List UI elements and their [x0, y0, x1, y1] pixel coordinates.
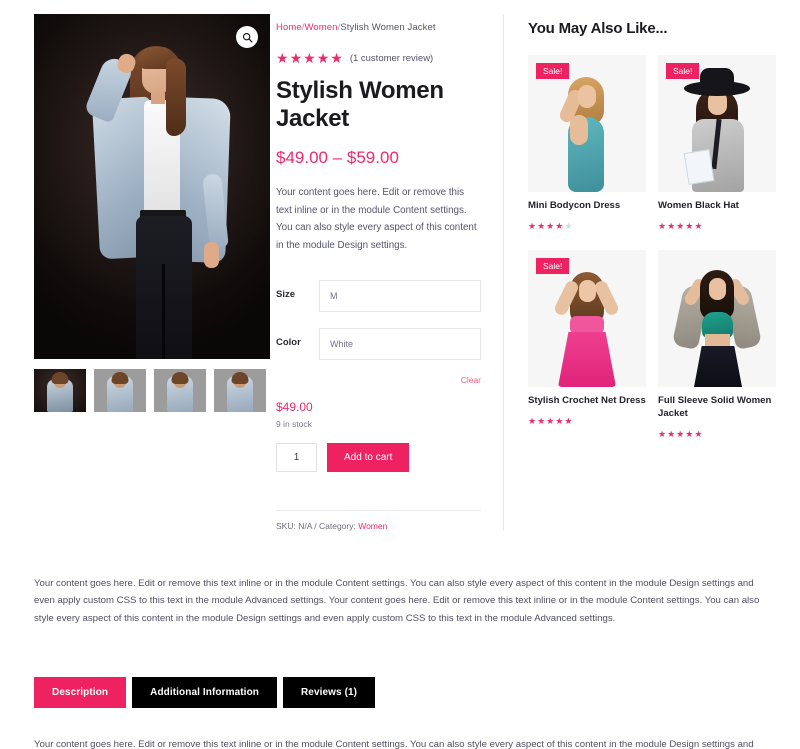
- sale-badge: Sale!: [536, 257, 570, 274]
- star-icon: ★: [555, 221, 564, 232]
- product-tabs: Description Additional Information Revie…: [34, 677, 766, 709]
- clear-variations-link[interactable]: Clear: [461, 375, 481, 385]
- star-icon: ★: [667, 429, 676, 440]
- attribute-size: Size M: [276, 279, 481, 312]
- sku-category-link[interactable]: Women: [358, 521, 387, 531]
- tab-reviews[interactable]: Reviews (1): [282, 677, 376, 709]
- gallery-thumbnail-4[interactable]: [214, 369, 266, 412]
- sku-line: SKU: N/A / Category: Women: [276, 521, 481, 531]
- star-icon-empty: ★: [564, 221, 573, 232]
- tab-description[interactable]: Description: [34, 677, 127, 709]
- related-product-card[interactable]: Sale! Mini Bodycon Dress ★ ★ ★ ★ ★: [528, 55, 646, 236]
- gallery-thumbnails: [34, 369, 270, 412]
- model-figure: [34, 14, 270, 359]
- related-product-image[interactable]: Sale!: [658, 55, 776, 192]
- related-product-name[interactable]: Mini Bodycon Dress: [528, 200, 646, 213]
- star-icon: ★: [658, 429, 667, 440]
- product-rating: ★ ★ ★ ★ ★ (1 customer review): [276, 51, 481, 65]
- attribute-label-size: Size: [276, 288, 296, 300]
- related-product-name[interactable]: Stylish Crochet Net Dress: [528, 395, 646, 408]
- breadcrumb-home[interactable]: Home: [276, 22, 302, 33]
- star-icon: ★: [537, 416, 546, 427]
- tab-additional-information[interactable]: Additional Information: [132, 677, 277, 709]
- star-icon: ★: [316, 50, 330, 66]
- related-product-card[interactable]: Sale! Women Black Hat ★ ★ ★ ★ ★: [658, 55, 776, 236]
- breadcrumb: Home/Women/Stylish Women Jacket: [276, 22, 481, 33]
- product-top-section: Home/Women/Stylish Women Jacket ★ ★ ★ ★ …: [0, 0, 800, 531]
- related-product-image[interactable]: Sale!: [528, 249, 646, 387]
- related-product-name[interactable]: Full Sleeve Solid Women Jacket: [658, 395, 776, 421]
- star-icon: ★: [694, 429, 703, 440]
- related-product-name[interactable]: Women Black Hat: [658, 200, 776, 213]
- star-icon: ★: [537, 221, 546, 232]
- gallery-thumbnail-2[interactable]: [94, 369, 146, 412]
- price-range: $49.00 – $59.00: [276, 148, 399, 168]
- star-icon: ★: [546, 416, 555, 427]
- breadcrumb-category[interactable]: Women: [305, 22, 338, 33]
- sale-badge: Sale!: [666, 63, 700, 79]
- star-icon: ★: [685, 221, 694, 232]
- star-icon: ★: [694, 221, 703, 232]
- related-product-rating: ★ ★ ★ ★ ★: [658, 430, 702, 439]
- related-product-card[interactable]: Full Sleeve Solid Women Jacket ★ ★ ★ ★ ★: [658, 249, 776, 444]
- related-product-rating: ★ ★ ★ ★ ★: [528, 417, 572, 426]
- page-title: Stylish Women Jacket: [276, 77, 444, 132]
- clear-row: Clear: [276, 370, 481, 388]
- related-product-rating: ★ ★ ★ ★ ★: [658, 222, 702, 231]
- related-product-rating: ★ ★ ★ ★ ★: [528, 222, 572, 231]
- sku-text: SKU: N/A / Category:: [276, 520, 359, 531]
- magnifier-icon[interactable]: [236, 26, 258, 48]
- related-product-card[interactable]: Sale! Stylish Crochet Net Dress ★ ★ ★ ★ …: [528, 249, 646, 444]
- attribute-color: Color White: [276, 327, 481, 360]
- star-icon: ★: [555, 416, 564, 427]
- product-meta: SKU: N/A / Category: Women: [276, 509, 481, 531]
- add-to-cart-button[interactable]: Add to cart: [327, 442, 410, 472]
- attribute-label-color: Color: [276, 336, 301, 348]
- star-icon: ★: [546, 221, 555, 232]
- product-gallery: [0, 14, 270, 531]
- color-select[interactable]: White: [319, 327, 481, 360]
- star-icon: ★: [564, 416, 573, 427]
- product-page: Home/Women/Stylish Women Jacket ★ ★ ★ ★ …: [0, 0, 800, 749]
- related-products: You May Also Like... Sale! Mini Bodycon …: [504, 14, 800, 531]
- product-details: Home/Women/Stylish Women Jacket ★ ★ ★ ★ …: [270, 14, 504, 531]
- bottom-paragraph: Your content goes here. Edit or remove t…: [34, 577, 760, 624]
- related-product-image[interactable]: Sale!: [528, 55, 646, 192]
- star-icon: ★: [276, 50, 289, 66]
- star-icon: ★: [528, 416, 537, 427]
- gallery-thumbnail-3[interactable]: [154, 369, 206, 412]
- related-products-grid: Sale! Mini Bodycon Dress ★ ★ ★ ★ ★ Sale!: [528, 55, 776, 444]
- star-icon: ★: [676, 429, 685, 440]
- review-count-link[interactable]: (1 customer review): [350, 53, 433, 64]
- selected-price: $49.00: [276, 399, 313, 414]
- breadcrumb-current: Stylish Women Jacket: [340, 22, 436, 33]
- tab-panel-content: Your content goes here. Edit or remove t…: [34, 739, 754, 749]
- size-select[interactable]: M: [319, 279, 481, 312]
- star-icon: ★: [676, 221, 685, 232]
- gallery-thumbnail-1[interactable]: [34, 369, 86, 412]
- star-icon: ★: [303, 50, 316, 66]
- stock-status: 9 in stock: [276, 418, 312, 429]
- star-icon: ★: [658, 221, 667, 232]
- star-icon: ★: [330, 50, 343, 66]
- quantity-input[interactable]: [276, 442, 317, 472]
- add-to-cart-row: Add to cart: [276, 442, 481, 472]
- related-products-heading: You May Also Like...: [528, 20, 668, 37]
- product-bottom-section: Your content goes here. Edit or remove t…: [0, 575, 800, 749]
- sale-badge: Sale!: [536, 63, 570, 79]
- star-icon: ★: [528, 221, 537, 232]
- short-description: Your content goes here. Edit or remove t…: [276, 187, 477, 251]
- star-icon: ★: [667, 221, 676, 232]
- main-product-image[interactable]: [34, 14, 270, 359]
- star-rating-icons: ★ ★ ★ ★ ★: [276, 51, 343, 65]
- star-icon: ★: [289, 50, 303, 66]
- star-icon: ★: [685, 429, 694, 440]
- related-product-image[interactable]: [658, 249, 776, 387]
